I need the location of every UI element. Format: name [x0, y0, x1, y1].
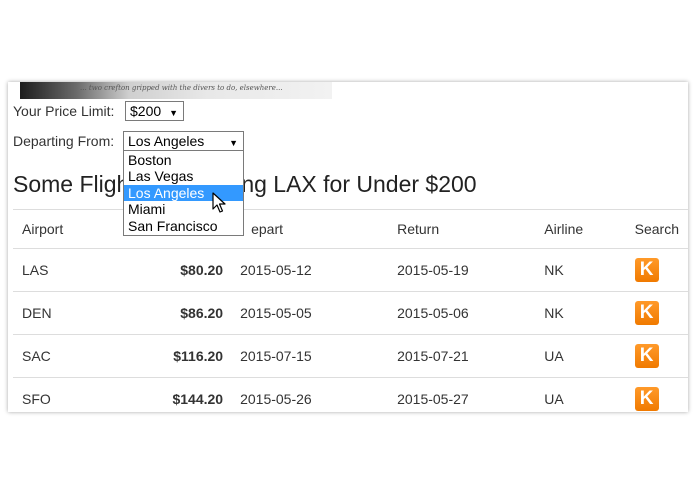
browser-viewport: ... two crefton gripped with the divers …	[8, 82, 688, 412]
price-limit-select[interactable]: $200 ▼	[125, 101, 184, 121]
airline-cell: NK	[535, 291, 626, 335]
return-cell: 2015-05-19	[388, 248, 536, 292]
search-cell: K	[625, 248, 688, 292]
table-header-row: Airport epart Return Airline Search	[13, 209, 688, 249]
price-cell: $80.20	[124, 248, 233, 292]
search-cell: K	[625, 377, 688, 412]
price-cell: $116.20	[124, 334, 233, 378]
airline-cell: NK	[535, 248, 626, 292]
photo-caption: ... two crefton gripped with the divers …	[80, 84, 283, 92]
airport-cell: SAC	[13, 334, 125, 378]
dropdown-arrow-icon: ▼	[229, 138, 238, 148]
return-cell: 2015-05-27	[388, 377, 536, 412]
departing-from-select[interactable]: Los Angeles ▼	[123, 131, 244, 151]
depart-cell: 2015-05-05	[232, 291, 389, 335]
table-row: SAC $116.20 2015-07-15 2015-07-21 UA K	[13, 334, 688, 378]
price-limit-label: Your Price Limit:	[13, 103, 115, 119]
column-header-airport[interactable]: Airport	[13, 209, 125, 249]
departing-from-label: Departing From:	[13, 133, 115, 149]
dropdown-option-san-francisco[interactable]: San Francisco	[124, 218, 243, 234]
search-cell: K	[625, 291, 688, 335]
dropdown-arrow-icon: ▼	[169, 108, 178, 118]
column-header-return[interactable]: Return	[388, 209, 536, 249]
depart-cell: 2015-07-15	[232, 334, 389, 378]
airport-cell: SFO	[13, 377, 125, 412]
mouse-pointer-icon	[212, 192, 226, 213]
airline-cell: UA	[535, 334, 626, 378]
column-header-depart[interactable]: epart	[232, 209, 389, 249]
dropdown-option-las-vegas[interactable]: Las Vegas	[124, 168, 243, 184]
return-cell: 2015-07-21	[388, 334, 536, 378]
page-heading: Some Fligh ng LAX for Under $200	[13, 171, 477, 198]
kayak-icon[interactable]: K	[634, 301, 659, 325]
table-row: DEN $86.20 2015-05-05 2015-05-06 NK K	[13, 291, 688, 335]
departing-from-value: Los Angeles	[128, 133, 205, 149]
price-cell: $86.20	[124, 291, 233, 335]
price-limit-value: $200	[130, 103, 162, 119]
kayak-icon[interactable]: K	[634, 387, 659, 411]
kayak-icon[interactable]: K	[634, 344, 659, 368]
column-header-search: Search	[625, 209, 688, 249]
dropdown-option-boston[interactable]: Boston	[124, 152, 243, 168]
depart-cell: 2015-05-12	[232, 248, 389, 292]
kayak-icon[interactable]: K	[634, 258, 659, 282]
airport-cell: DEN	[13, 291, 125, 335]
flights-table: Airport epart Return Airline Search LAS …	[13, 209, 688, 412]
heading-suffix: ng LAX for Under $200	[241, 171, 477, 197]
header-photo: ... two crefton gripped with the divers …	[20, 82, 332, 99]
airport-cell: LAS	[13, 248, 125, 292]
table-row: SFO $144.20 2015-05-26 2015-05-27 UA K	[13, 377, 688, 412]
search-cell: K	[625, 334, 688, 378]
airline-cell: UA	[535, 377, 626, 412]
return-cell: 2015-05-06	[388, 291, 536, 335]
table-row: LAS $80.20 2015-05-12 2015-05-19 NK K	[13, 248, 688, 292]
column-header-airline[interactable]: Airline	[535, 209, 626, 249]
price-cell: $144.20	[124, 377, 233, 412]
heading-prefix: Some Fligh	[13, 171, 130, 197]
depart-cell: 2015-05-26	[232, 377, 389, 412]
